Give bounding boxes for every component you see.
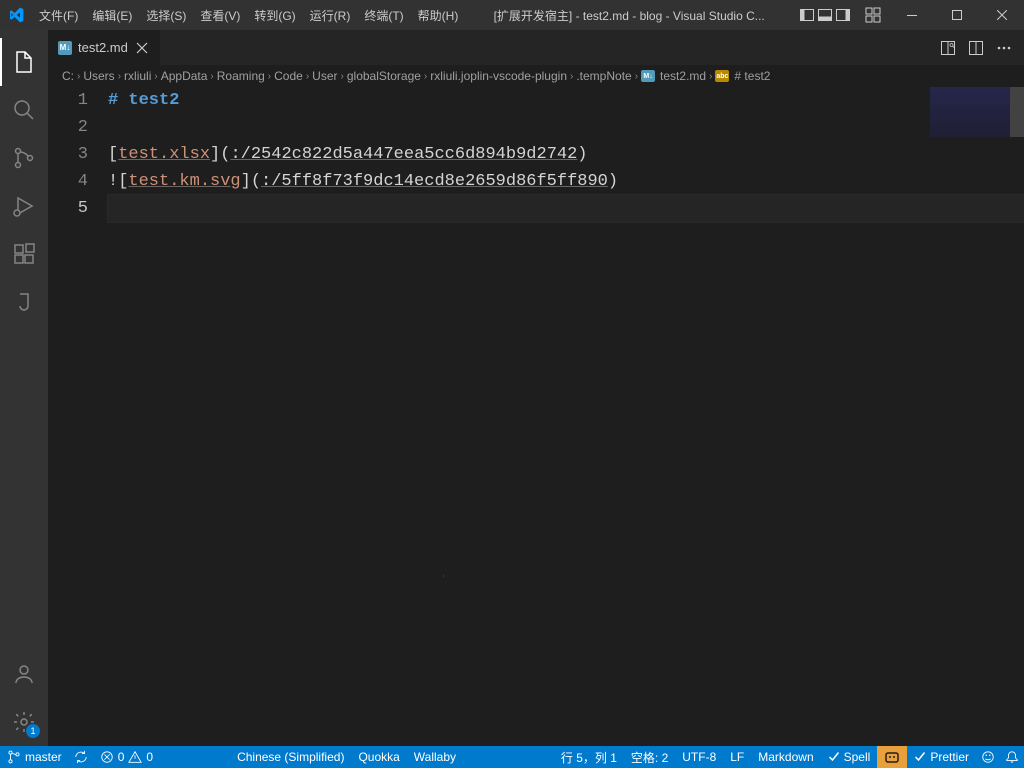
extensions-view-icon[interactable] xyxy=(0,230,48,278)
bc-seg[interactable]: C: xyxy=(62,69,74,83)
status-feedback-icon[interactable] xyxy=(976,746,1000,768)
markdown-file-icon: M↓ xyxy=(641,70,655,82)
menu-go[interactable]: 转到(G) xyxy=(247,7,302,24)
menu-view[interactable]: 查看(V) xyxy=(193,7,247,24)
toggle-panel-right-icon[interactable] xyxy=(835,7,851,23)
menu-run[interactable]: 运行(R) xyxy=(303,7,358,24)
bc-seg[interactable]: # test2 xyxy=(734,69,770,83)
bc-seg[interactable]: AppData xyxy=(161,69,208,83)
layout-controls xyxy=(793,7,857,23)
bc-seg[interactable]: Code xyxy=(274,69,303,83)
status-lang-mode[interactable]: Markdown xyxy=(751,746,820,768)
text-cursor-icon xyxy=(443,567,444,585)
markdown-file-icon: M↓ xyxy=(58,41,72,55)
bc-seg[interactable]: .tempNote xyxy=(576,69,631,83)
code-editor[interactable]: 1 2 3 4 5 # test2 [test.xlsx](:/2542c822… xyxy=(48,87,1024,746)
menu-selection[interactable]: 选择(S) xyxy=(139,7,193,24)
statusbar: master 0 0 Chinese (Simplified) Quokka W… xyxy=(0,746,1024,768)
bc-seg[interactable]: rxliuli.joplin-vscode-plugin xyxy=(430,69,567,83)
search-view-icon[interactable] xyxy=(0,86,48,134)
window-controls xyxy=(889,0,1024,30)
close-button[interactable] xyxy=(979,0,1024,30)
menu-help[interactable]: 帮助(H) xyxy=(411,7,466,24)
activity-bar: 1 xyxy=(0,30,48,746)
close-tab-icon[interactable] xyxy=(134,40,150,56)
status-copilot-icon[interactable] xyxy=(877,746,907,768)
bc-seg[interactable]: rxliuli xyxy=(124,69,151,83)
tab-test2-md[interactable]: M↓ test2.md xyxy=(48,30,161,65)
editor-tabs: M↓ test2.md xyxy=(48,30,1024,65)
status-cursor-pos[interactable]: 行 5，列 1 xyxy=(554,746,624,768)
settings-badge: 1 xyxy=(26,724,40,738)
status-language[interactable]: Chinese (Simplified) xyxy=(230,746,351,768)
settings-gear-icon[interactable]: 1 xyxy=(0,698,48,746)
minimap[interactable] xyxy=(930,87,1010,137)
bc-seg[interactable]: User xyxy=(312,69,337,83)
bc-seg[interactable]: Users xyxy=(83,69,114,83)
status-git-branch[interactable]: master xyxy=(0,746,69,768)
editor-area: M↓ test2.md C:› Users› rxliuli› AppData›… xyxy=(48,30,1024,746)
source-control-view-icon[interactable] xyxy=(0,134,48,182)
status-indent[interactable]: 空格: 2 xyxy=(624,746,675,768)
breadcrumbs[interactable]: C:› Users› rxliuli› AppData› Roaming› Co… xyxy=(48,65,1024,87)
joplin-view-icon[interactable] xyxy=(0,278,48,326)
bc-seg[interactable]: test2.md xyxy=(660,69,706,83)
minimize-button[interactable] xyxy=(889,0,934,30)
window-title: [扩展开发宿主] - test2.md - blog - Visual Stud… xyxy=(465,7,793,24)
customize-layout-icon[interactable] xyxy=(865,7,881,23)
status-prettier[interactable]: Prettier xyxy=(907,746,976,768)
vscode-logo-icon xyxy=(8,7,24,23)
status-problems[interactable]: 0 0 xyxy=(93,746,160,768)
status-wallaby[interactable]: Wallaby xyxy=(407,746,463,768)
symbol-string-icon: abc xyxy=(715,70,729,82)
menu-file[interactable]: 文件(F) xyxy=(32,7,85,24)
bc-seg[interactable]: globalStorage xyxy=(347,69,421,83)
explorer-view-icon[interactable] xyxy=(0,38,48,86)
status-eol[interactable]: LF xyxy=(723,746,751,768)
maximize-button[interactable] xyxy=(934,0,979,30)
split-editor-icon[interactable] xyxy=(968,40,984,56)
bc-seg[interactable]: Roaming xyxy=(217,69,265,83)
status-spell[interactable]: Spell xyxy=(821,746,878,768)
status-encoding[interactable]: UTF-8 xyxy=(675,746,723,768)
tab-actions xyxy=(928,30,1024,65)
more-actions-icon[interactable] xyxy=(996,40,1012,56)
main-area: 1 M↓ test2.md C:› Users› rxliuli› AppD xyxy=(0,30,1024,746)
toggle-panel-bottom-icon[interactable] xyxy=(817,7,833,23)
run-debug-view-icon[interactable] xyxy=(0,182,48,230)
vertical-scrollbar[interactable] xyxy=(1010,87,1024,746)
titlebar: 文件(F) 编辑(E) 选择(S) 查看(V) 转到(G) 运行(R) 终端(T… xyxy=(0,0,1024,30)
tab-label: test2.md xyxy=(78,40,128,55)
status-bell-icon[interactable] xyxy=(1000,746,1024,768)
menu-edit[interactable]: 编辑(E) xyxy=(85,7,139,24)
menu-terminal[interactable]: 终端(T) xyxy=(357,7,410,24)
line-gutter: 1 2 3 4 5 xyxy=(48,87,108,746)
status-sync-icon[interactable] xyxy=(69,746,93,768)
preview-side-icon[interactable] xyxy=(940,40,956,56)
status-quokka[interactable]: Quokka xyxy=(351,746,406,768)
toggle-panel-left-icon[interactable] xyxy=(799,7,815,23)
code-content[interactable]: # test2 [test.xlsx](:/2542c822d5a447eea5… xyxy=(108,87,1024,746)
accounts-icon[interactable] xyxy=(0,650,48,698)
